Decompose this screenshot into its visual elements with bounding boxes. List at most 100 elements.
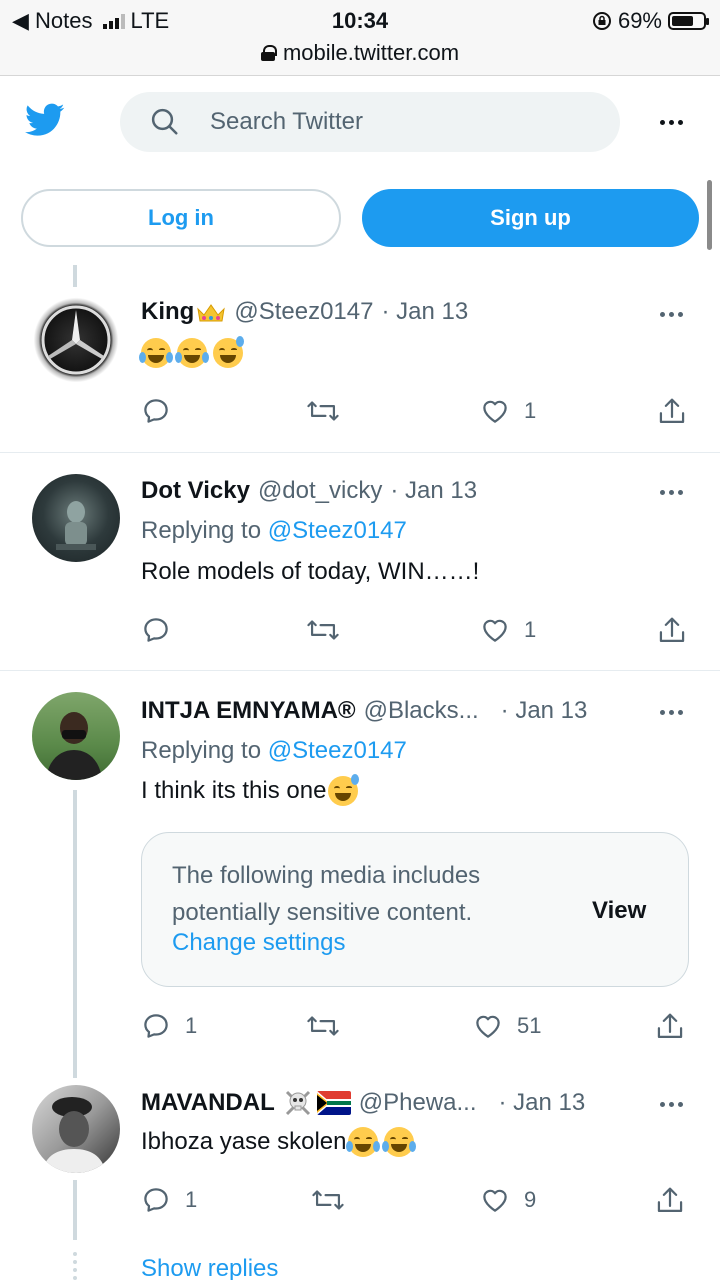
- retweet-icon: [307, 620, 339, 640]
- like-action[interactable]: 1: [480, 615, 536, 645]
- avatar[interactable]: [32, 474, 120, 562]
- laughing-tears-emoji-icon: [175, 338, 209, 368]
- tweet-header: MAVANDAL @Phewa... · Jan 13: [141, 1088, 585, 1118]
- tweet-actions: 1: [141, 396, 701, 436]
- share-icon: [657, 1187, 683, 1212]
- sensitive-media-warning: The following media includes potentially…: [141, 832, 689, 987]
- show-replies-link[interactable]: Show replies: [141, 1255, 278, 1280]
- avatar[interactable]: [32, 692, 120, 780]
- tweet-actions: 1 9: [141, 1185, 701, 1225]
- mention-link[interactable]: @Steez0147: [268, 737, 407, 764]
- thread-line: [73, 790, 77, 1078]
- retweet-action[interactable]: [311, 1185, 345, 1215]
- battery-percent: 69%: [617, 8, 662, 33]
- author-name[interactable]: INTJA EMNYAMA®: [141, 697, 356, 725]
- like-action[interactable]: 51: [473, 1011, 541, 1041]
- like-icon: [483, 1189, 507, 1212]
- signup-button[interactable]: Sign up: [362, 189, 699, 247]
- login-button[interactable]: Log in: [21, 189, 341, 247]
- scrollbar[interactable]: [707, 180, 712, 250]
- rotation-lock-icon: [592, 12, 611, 30]
- retweet-icon: [312, 1190, 344, 1210]
- author-handle[interactable]: @Blacks...: [364, 697, 479, 725]
- tweet-actions: 1 51: [141, 1011, 701, 1051]
- tweet-more-icon[interactable]: [660, 312, 683, 317]
- tweet-date[interactable]: · Jan 13: [501, 697, 588, 725]
- tweet-more-icon[interactable]: [660, 710, 683, 715]
- laughing-tears-emoji-icon: [139, 338, 173, 368]
- reply-icon: [144, 399, 168, 423]
- share-icon: [659, 617, 685, 642]
- tweet-header: Dot Vicky @dot_vicky · Jan 13: [141, 477, 477, 505]
- status-bar: ◀ Notes LTE 10:34 69% mobile.twitter.com: [0, 0, 720, 76]
- retweet-action[interactable]: [306, 1011, 340, 1041]
- author-handle[interactable]: @Phewa...: [359, 1089, 477, 1117]
- mention-link[interactable]: @Steez0147: [268, 517, 407, 544]
- sweat-smile-emoji-icon: [213, 336, 244, 368]
- author-name[interactable]: Dot Vicky: [141, 477, 250, 505]
- avatar[interactable]: [32, 296, 120, 384]
- tweet-text: Ibhoza yase skolen: [141, 1127, 420, 1157]
- share-icon: [657, 1013, 683, 1038]
- like-count: 1: [524, 398, 537, 423]
- reply-action[interactable]: 1: [141, 1011, 197, 1041]
- thread-line: [73, 1180, 77, 1240]
- share-action[interactable]: [655, 1011, 685, 1043]
- search-icon: [151, 108, 178, 135]
- reply-action[interactable]: 1: [141, 1185, 197, 1215]
- thread-gap: [73, 1252, 77, 1280]
- like-count: 9: [524, 1187, 537, 1212]
- tweet-date[interactable]: · Jan 13: [381, 298, 468, 326]
- author-name[interactable]: King: [141, 298, 194, 326]
- laughing-tears-emoji-icon: [382, 1127, 417, 1157]
- share-action[interactable]: [655, 1185, 685, 1217]
- like-icon: [483, 400, 507, 423]
- like-action[interactable]: 9: [480, 1185, 536, 1215]
- tweet-text: Role models of today, WIN……!: [141, 558, 480, 585]
- replying-prefix: Replying to: [141, 737, 262, 764]
- author-handle[interactable]: @Steez0147: [234, 298, 373, 326]
- search-bar[interactable]: [120, 92, 620, 152]
- like-count: 51: [517, 1013, 542, 1038]
- tweet-text: I think its this one: [141, 774, 364, 806]
- sweat-smile-emoji-icon: [328, 774, 360, 806]
- reply-icon: [144, 618, 168, 642]
- search-input[interactable]: [210, 108, 570, 136]
- tweet-more-icon[interactable]: [660, 1102, 683, 1107]
- reply-icon: [144, 1188, 168, 1212]
- tweet-date[interactable]: · Jan 13: [390, 477, 477, 505]
- like-count: 1: [524, 617, 537, 642]
- view-button[interactable]: View: [592, 897, 646, 925]
- tweet-text-content: I think its this one: [141, 777, 327, 804]
- change-settings-link[interactable]: Change settings: [172, 929, 345, 957]
- tweet-more-icon[interactable]: [660, 490, 683, 495]
- retweet-action[interactable]: [306, 615, 340, 645]
- tweet-header: INTJA EMNYAMA® @Blacks... · Jan 13: [141, 697, 587, 725]
- laughing-tears-emoji-icon: [346, 1127, 381, 1157]
- reply-action[interactable]: [141, 396, 171, 426]
- more-icon[interactable]: [660, 112, 690, 132]
- tweet-date[interactable]: · Jan 13: [499, 1089, 586, 1117]
- share-icon: [659, 398, 685, 423]
- retweet-icon: [307, 1016, 339, 1036]
- replying-prefix: Replying to: [141, 517, 262, 544]
- share-action[interactable]: [657, 615, 687, 647]
- replying-to: Replying to @Steez0147: [141, 517, 407, 545]
- south-africa-flag-icon: [316, 1091, 351, 1115]
- author-name[interactable]: MAVANDAL: [141, 1089, 275, 1117]
- reply-icon: [144, 1014, 168, 1038]
- author-handle[interactable]: @dot_vicky: [258, 477, 382, 505]
- url-text: mobile.twitter.com: [282, 40, 460, 65]
- like-icon: [476, 1015, 500, 1038]
- share-action[interactable]: [657, 396, 687, 428]
- like-icon: [483, 619, 507, 642]
- avatar[interactable]: [32, 1085, 120, 1173]
- retweet-icon: [307, 401, 339, 421]
- reply-action[interactable]: [141, 615, 171, 645]
- twitter-bird-icon[interactable]: [22, 100, 68, 140]
- like-action[interactable]: 1: [480, 396, 536, 426]
- tweet-actions: 1: [141, 615, 701, 655]
- reply-count: 1: [185, 1013, 198, 1038]
- address-bar[interactable]: mobile.twitter.com: [0, 40, 720, 66]
- retweet-action[interactable]: [306, 396, 340, 426]
